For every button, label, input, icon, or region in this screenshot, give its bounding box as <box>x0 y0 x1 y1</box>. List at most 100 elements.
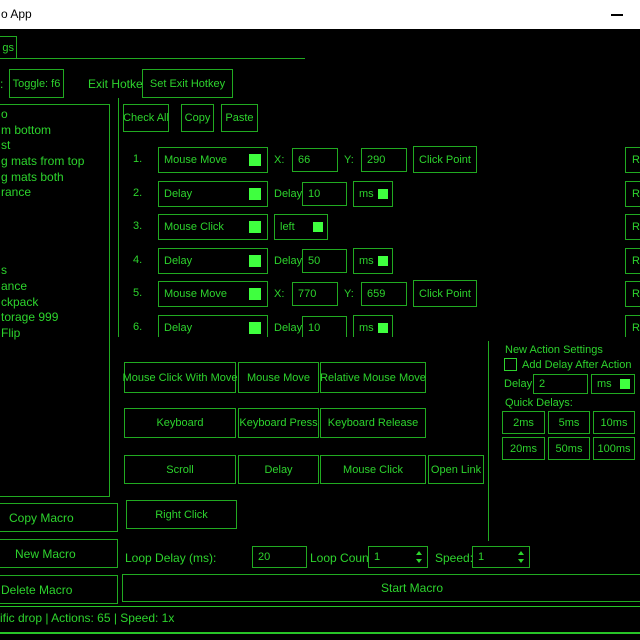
y-input[interactable]: 290 <box>361 148 407 172</box>
mouse-click-button[interactable]: Mouse Click <box>320 455 426 484</box>
paste-button[interactable]: Paste <box>221 104 258 132</box>
macro-list-item[interactable]: ance <box>0 279 109 295</box>
delete-macro-button[interactable]: Delete Macro <box>0 575 118 604</box>
mouse-move-button[interactable]: Mouse Move <box>238 362 319 393</box>
toggle-hotkey-button[interactable]: Toggle: f6 <box>9 69 64 98</box>
y-input[interactable]: 659 <box>361 282 407 306</box>
action-type-select[interactable]: Delay <box>158 181 268 207</box>
remove-action-button[interactable]: R <box>625 214 640 240</box>
remove-action-button[interactable]: R <box>625 248 640 274</box>
macro-list-item[interactable]: g mats from top <box>0 154 109 170</box>
macro-list-item[interactable]: rance <box>0 185 109 201</box>
macro-list-item[interactable]: m bottom <box>0 123 109 139</box>
keyboard-release-button[interactable]: Keyboard Release <box>320 408 426 438</box>
macro-list-item[interactable] <box>0 201 109 217</box>
dropdown-arrow-icon <box>249 288 261 300</box>
remove-action-button[interactable]: R <box>625 181 640 207</box>
remove-action-button[interactable]: R <box>625 147 640 173</box>
copy-macro-button[interactable]: Copy Macro <box>0 503 118 532</box>
remove-action-button[interactable]: R <box>625 281 640 307</box>
click-point-button[interactable]: Click Point <box>413 280 477 307</box>
delay-unit-select[interactable]: ms <box>353 248 393 274</box>
quick-delay-10ms-button[interactable]: 10ms <box>593 411 635 434</box>
minimize-button[interactable] <box>596 0 640 29</box>
quick-delay-2ms-button[interactable]: 2ms <box>502 411 545 434</box>
speed-label: Speed: <box>435 551 473 565</box>
loop-delay-label: Loop Delay (ms): <box>125 551 216 565</box>
loop-delay-value: 20 <box>258 551 270 563</box>
quick-delay-5ms-button[interactable]: 5ms <box>548 411 590 434</box>
quick-delay-20ms-button[interactable]: 20ms <box>502 437 545 460</box>
delay-label: Delay <box>274 322 302 334</box>
spinner-up-icon[interactable] <box>518 551 524 555</box>
macro-list-item[interactable] <box>0 216 109 232</box>
settings-delay-input[interactable]: 2 <box>533 374 588 394</box>
settings-delay-label: Delay: <box>504 378 535 390</box>
add-delay-checkbox[interactable] <box>504 358 517 371</box>
spinner-down-icon[interactable] <box>518 559 524 563</box>
loop-delay-input[interactable]: 20 <box>252 546 307 568</box>
y-label: Y: <box>344 288 354 300</box>
tabstrip-underline <box>0 58 305 59</box>
quick-delay-100ms-button[interactable]: 100ms <box>593 437 635 460</box>
keyboard-press-button[interactable]: Keyboard Press <box>238 408 319 438</box>
spinner-down-icon[interactable] <box>416 559 422 563</box>
tab-settings[interactable]: gs <box>0 36 17 59</box>
macro-list-item[interactable]: o <box>0 107 109 123</box>
copy-button[interactable]: Copy <box>181 104 214 132</box>
dropdown-arrow-icon <box>249 255 261 267</box>
macro-list-item[interactable] <box>0 248 109 264</box>
set-exit-hotkey-button[interactable]: Set Exit Hotkey <box>142 69 233 98</box>
dropdown-arrow-icon <box>378 256 388 266</box>
delay-input[interactable]: 10 <box>302 182 347 206</box>
action-type-select[interactable]: Mouse Click <box>158 214 268 240</box>
macro-list-item[interactable]: ckpack <box>0 295 109 311</box>
action-number: 6. <box>133 321 142 333</box>
click-point-button[interactable]: Click Point <box>413 146 477 173</box>
action-type-select[interactable]: Mouse Move <box>158 147 268 173</box>
toggle-hotkey-label: : <box>0 77 3 91</box>
scroll-button[interactable]: Scroll <box>124 455 236 484</box>
delay-button[interactable]: Delay <box>238 455 319 484</box>
delay-input[interactable]: 10 <box>302 316 347 337</box>
window-title: o App <box>1 7 32 21</box>
remove-action-button[interactable]: R <box>625 315 640 337</box>
delay-value: 50 <box>308 255 320 267</box>
action-number: 1. <box>133 153 142 165</box>
relative-mouse-move-button[interactable]: Relative Mouse Move <box>320 362 426 393</box>
new-action-settings-title: New Action Settings <box>505 344 603 356</box>
loop-count-stepper[interactable]: 1 <box>368 546 428 568</box>
check-all-button[interactable]: Check All <box>123 104 169 132</box>
quick-delay-50ms-button[interactable]: 50ms <box>548 437 590 460</box>
start-macro-button[interactable]: Start Macro <box>122 574 640 602</box>
right-click-button[interactable]: Right Click <box>126 500 237 529</box>
macro-list-item[interactable]: st <box>0 138 109 154</box>
action-type-value: Delay <box>164 188 192 200</box>
settings-delay-unit-select[interactable]: ms <box>591 374 635 394</box>
macro-list-item[interactable]: s <box>0 263 109 279</box>
mouse-click-with-move-button[interactable]: Mouse Click With Move <box>124 362 236 393</box>
delay-unit-select[interactable]: ms <box>353 315 393 337</box>
delay-unit-value: ms <box>359 255 374 267</box>
action-type-select[interactable]: Delay <box>158 248 268 274</box>
action-type-select[interactable]: Delay <box>158 315 268 337</box>
macro-list-item[interactable]: Flip <box>0 326 109 342</box>
new-macro-button[interactable]: New Macro <box>0 539 118 568</box>
macro-list-item[interactable]: g mats both <box>0 170 109 186</box>
delay-label: Delay <box>274 255 302 267</box>
keyboard-button[interactable]: Keyboard <box>124 408 236 438</box>
x-input[interactable]: 66 <box>292 148 338 172</box>
dropdown-arrow-icon <box>249 322 261 334</box>
speed-stepper[interactable]: 1 <box>472 546 530 568</box>
delay-unit-select[interactable]: ms <box>353 181 393 207</box>
macro-list-item[interactable]: torage 999 <box>0 310 109 326</box>
spinner-up-icon[interactable] <box>416 551 422 555</box>
mouse-button-select[interactable]: left <box>274 214 328 240</box>
macro-list-item[interactable] <box>0 232 109 248</box>
macro-list[interactable]: o m bottom st g mats from top g mats bot… <box>0 104 110 497</box>
delay-input[interactable]: 50 <box>302 249 347 273</box>
x-input[interactable]: 770 <box>292 282 338 306</box>
open-link-button[interactable]: Open Link <box>428 455 484 484</box>
dropdown-arrow-icon <box>249 188 261 200</box>
action-type-select[interactable]: Mouse Move <box>158 281 268 307</box>
